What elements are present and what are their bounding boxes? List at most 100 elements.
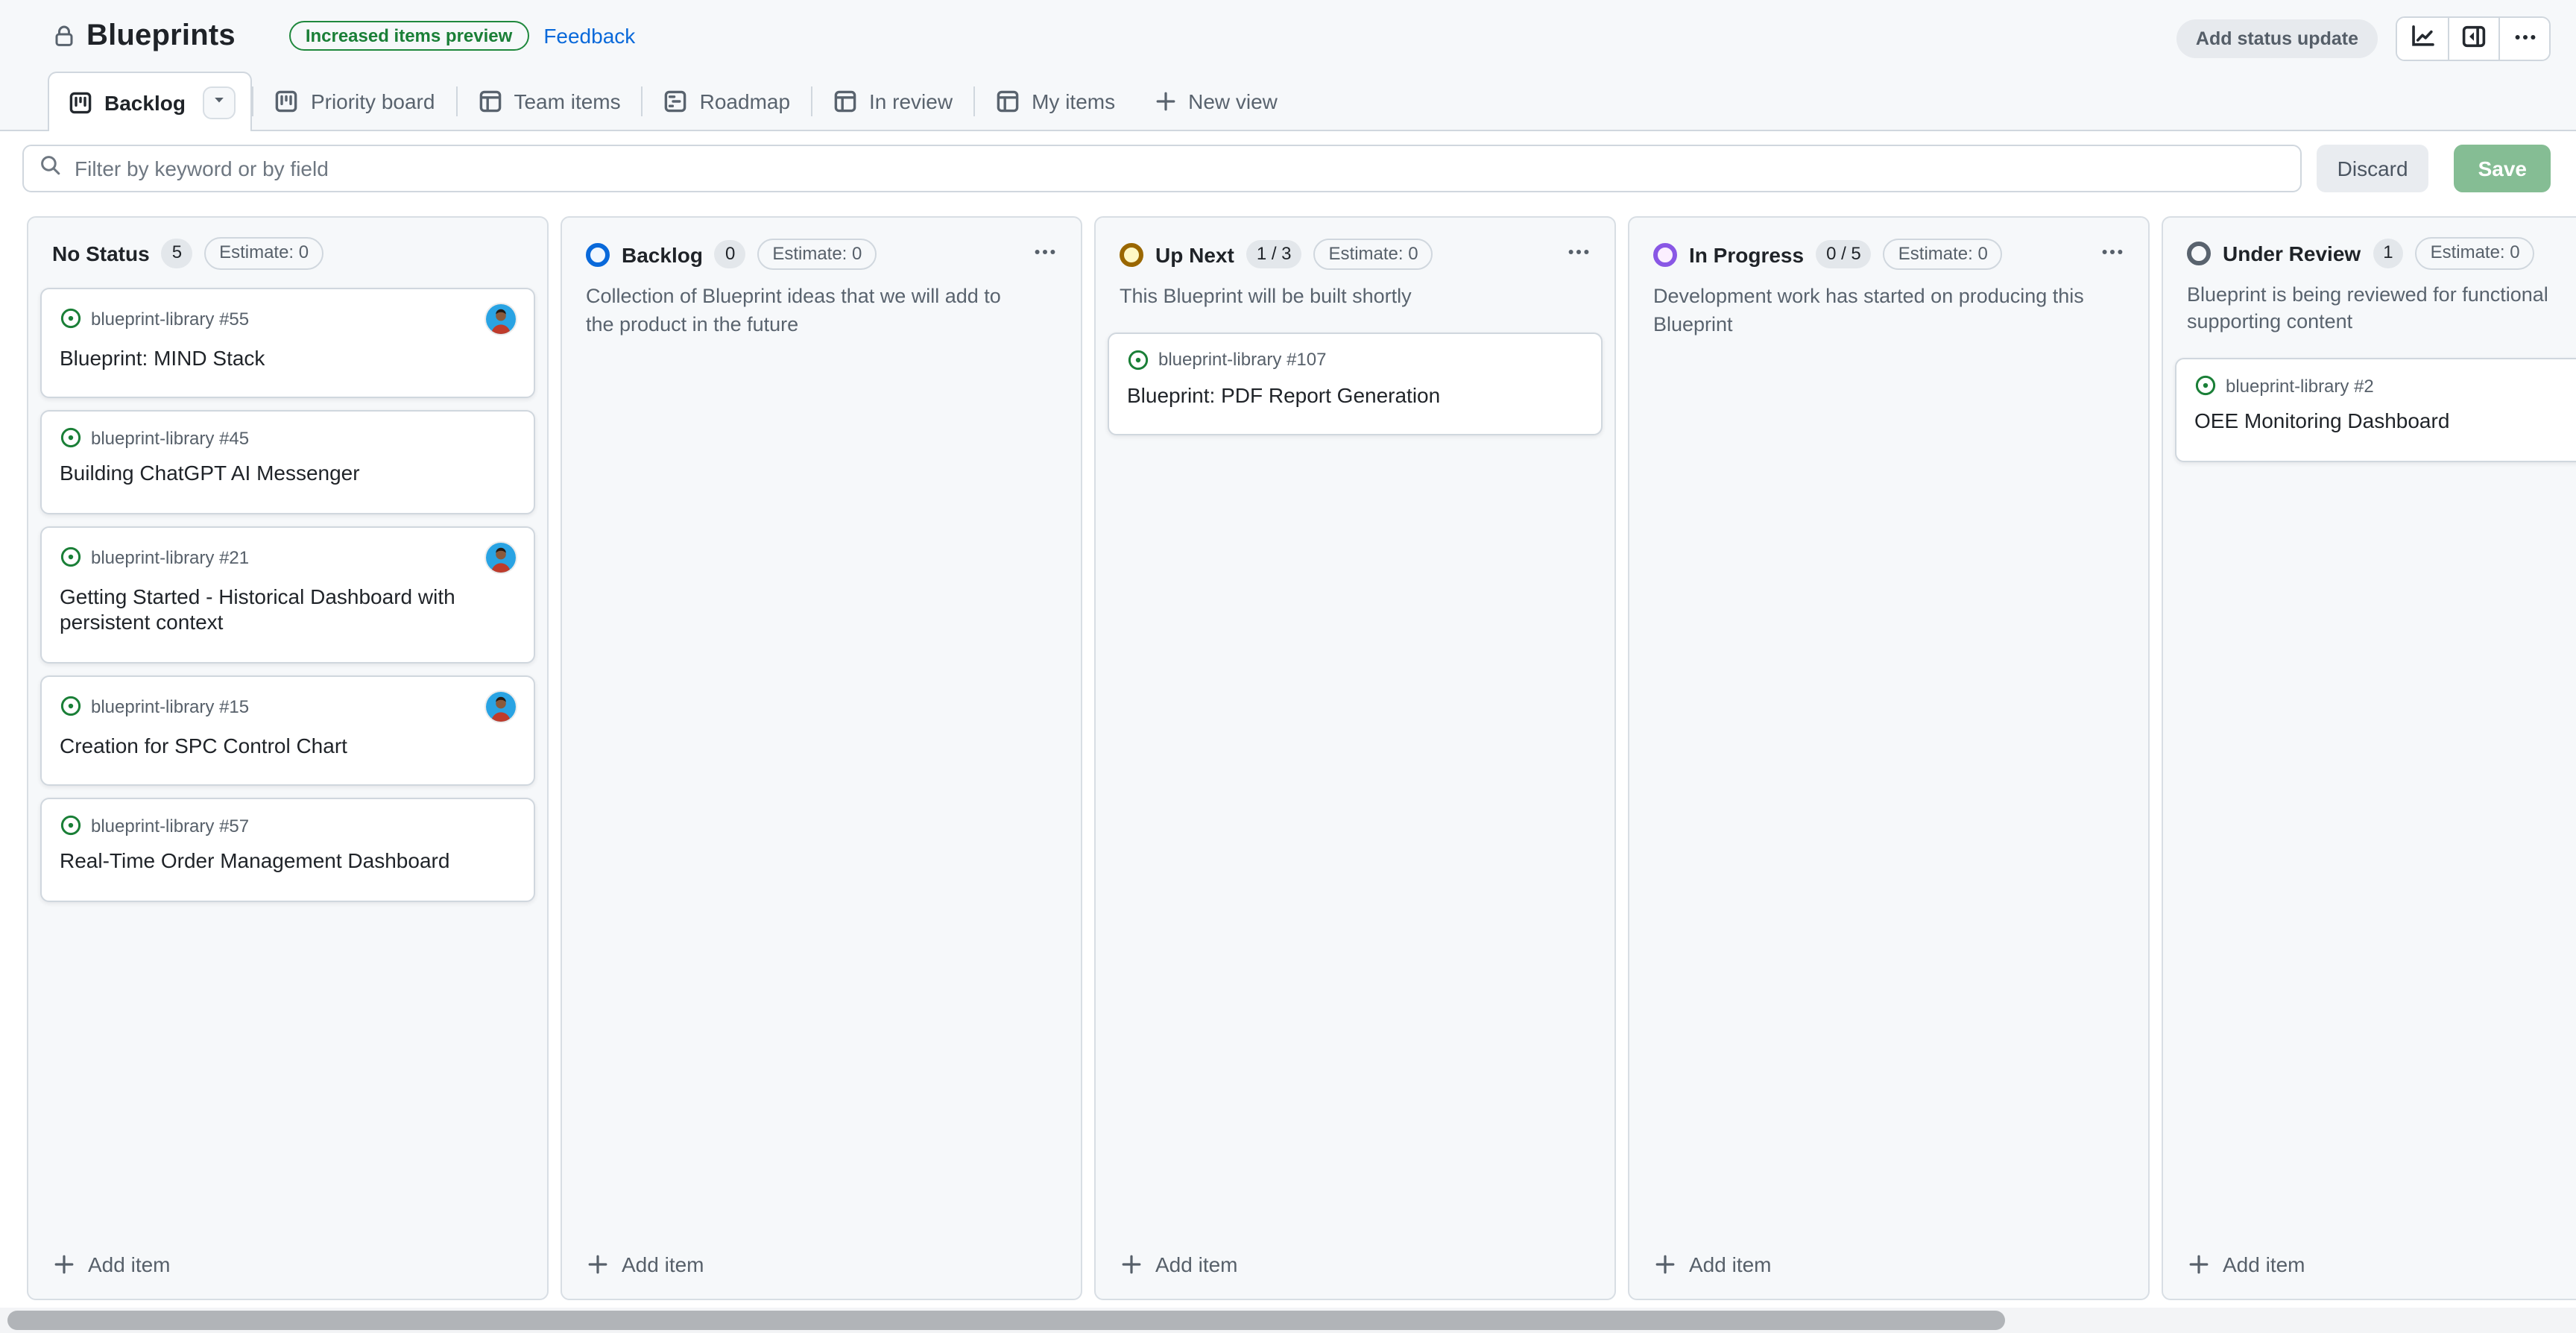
graph-icon — [2410, 24, 2435, 54]
kebab-icon — [1567, 240, 1591, 268]
chevron-down-icon — [211, 89, 229, 116]
column-estimate-badge: Estimate: 0 — [1314, 238, 1433, 270]
table-icon — [478, 89, 502, 113]
card-meta-row: blueprint-library #57 — [60, 814, 516, 836]
tab-label: My items — [1032, 89, 1115, 113]
board-column-in-progress: In Progress0 / 5Estimate: 0Development w… — [1628, 216, 2150, 1300]
column-menu-button[interactable] — [2097, 237, 2127, 271]
new-view-button[interactable]: New view — [1136, 72, 1295, 130]
table-icon — [833, 89, 857, 113]
card-repo-label: blueprint-library #15 — [91, 696, 249, 716]
card-meta-row: blueprint-library #15 — [60, 691, 516, 721]
issue-opened-icon — [60, 695, 82, 717]
add-item-label: Add item — [88, 1252, 171, 1276]
board-column-up-next: Up Next1 / 3Estimate: 0This Blueprint wi… — [1094, 216, 1616, 1300]
column-count-badge: 1 — [2373, 239, 2403, 268]
add-item-button[interactable]: Add item — [2163, 1235, 2576, 1299]
issue-opened-icon — [60, 307, 82, 330]
kebab-icon — [1033, 240, 1057, 268]
column-header: Under Review 1 Estimate: 0 — [2163, 218, 2576, 278]
new-view-label: New view — [1188, 89, 1278, 113]
horizontal-scrollbar[interactable] — [0, 1308, 2576, 1333]
lock-icon — [52, 24, 76, 48]
filter-bar: Discard Save — [0, 131, 2576, 206]
board-card[interactable]: blueprint-library #45 Building ChatGPT AI… — [40, 410, 535, 514]
column-estimate-badge: Estimate: 0 — [757, 238, 877, 270]
table-icon — [996, 89, 1020, 113]
collapse-sidebar-button[interactable] — [2448, 18, 2498, 60]
status-circle-icon — [586, 242, 610, 266]
page-header: Blueprints Increased items preview Feedb… — [0, 0, 2576, 131]
tab-backlog-active[interactable]: Backlog — [48, 72, 253, 131]
board-card[interactable]: blueprint-library #2OEE Monitoring Dashb… — [2175, 359, 2576, 462]
add-item-button[interactable]: Add item — [28, 1235, 547, 1299]
status-circle-icon — [1120, 242, 1143, 266]
tab-roadmap[interactable]: Roadmap — [643, 72, 811, 130]
feedback-link[interactable]: Feedback — [543, 24, 635, 48]
add-item-button[interactable]: Add item — [562, 1235, 1081, 1299]
plus-icon — [586, 1252, 610, 1276]
add-item-label: Add item — [1689, 1252, 1772, 1276]
filter-input-box — [22, 145, 2302, 192]
discard-button[interactable]: Discard — [2317, 145, 2429, 192]
board-card[interactable]: blueprint-library #15 Creation for SPC Co… — [40, 675, 535, 786]
column-name: Under Review — [2223, 242, 2361, 265]
card-title[interactable]: Getting Started - Historical Dashboard w… — [60, 584, 516, 636]
card-repo-label: blueprint-library #107 — [1158, 350, 1326, 371]
plus-icon — [1120, 1252, 1143, 1276]
column-cards: blueprint-library #2OEE Monitoring Dashb… — [2163, 350, 2576, 1235]
column-menu-button[interactable] — [1030, 237, 1060, 271]
card-title[interactable]: Real-Time Order Management Dashboard — [60, 848, 516, 875]
column-name: Backlog — [622, 242, 703, 266]
column-header: No Status5Estimate: 0 — [28, 218, 547, 278]
add-status-update-button[interactable]: Add status update — [2176, 19, 2378, 58]
card-repo-label: blueprint-library #57 — [91, 815, 249, 836]
sidebar-collapse-icon — [2461, 24, 2487, 54]
card-repo-label: blueprint-library #45 — [91, 427, 249, 448]
assignee-avatar[interactable] — [486, 303, 516, 333]
tab-my-items[interactable]: My items — [975, 72, 1136, 130]
preview-badge: Increased items preview — [289, 21, 529, 51]
assignee-avatar[interactable] — [486, 691, 516, 721]
column-estimate-badge: Estimate: 0 — [2416, 237, 2535, 269]
board-card[interactable]: blueprint-library #57 Real-Time Order Man… — [40, 798, 535, 901]
project-menu-button[interactable] — [2498, 18, 2549, 60]
tab-priority-board[interactable]: Priority board — [254, 72, 456, 130]
tab-options-button[interactable] — [203, 86, 236, 119]
card-title[interactable]: Blueprint: MIND Stack — [60, 345, 516, 371]
insights-button[interactable] — [2397, 18, 2448, 60]
column-description: Collection of Blueprint ideas that we wi… — [562, 280, 1081, 352]
board-card[interactable]: blueprint-library #21Getting Started - H… — [40, 526, 535, 663]
header-toolbar: Add status update — [2176, 16, 2551, 61]
board-card[interactable]: blueprint-library #55Blueprint: MIND Sta… — [40, 287, 535, 398]
page-title: Blueprints — [86, 19, 236, 53]
column-count-badge: 5 — [162, 239, 192, 268]
column-description: Blueprint is being reviewed for function… — [2163, 278, 2576, 350]
tab-team-items[interactable]: Team items — [457, 72, 641, 130]
add-item-button[interactable]: Add item — [1096, 1235, 1614, 1299]
issue-opened-icon — [2194, 375, 2217, 397]
card-title[interactable]: Building ChatGPT AI Messenger — [60, 461, 516, 487]
card-title[interactable]: OEE Monitoring Dashboard — [2194, 409, 2576, 435]
card-title[interactable]: Blueprint: PDF Report Generation — [1127, 383, 1583, 409]
status-circle-icon — [1653, 242, 1677, 266]
column-count-badge: 0 — [715, 239, 745, 268]
assignee-avatar[interactable] — [486, 542, 516, 572]
filter-input[interactable] — [75, 157, 2285, 180]
column-menu-button[interactable] — [1564, 237, 1594, 271]
tab-in-review[interactable]: In review — [812, 72, 973, 130]
add-item-label: Add item — [622, 1252, 704, 1276]
card-title[interactable]: Creation for SPC Control Chart — [60, 733, 516, 759]
add-item-button[interactable]: Add item — [1629, 1235, 2148, 1299]
column-cards — [1629, 352, 2148, 1235]
save-button[interactable]: Save — [2455, 145, 2551, 192]
scrollbar-thumb[interactable] — [7, 1311, 2005, 1330]
kebab-icon — [2100, 240, 2124, 268]
tab-label: In review — [869, 89, 953, 113]
column-cards — [562, 352, 1081, 1235]
column-description: Development work has started on producin… — [1629, 280, 2148, 352]
issue-opened-icon — [1127, 349, 1149, 371]
column-name: In Progress — [1689, 242, 1804, 266]
board-card[interactable]: blueprint-library #107 Blueprint: PDF Rep… — [1108, 333, 1603, 436]
project-board-page: Blueprints Increased items preview Feedb… — [0, 0, 2576, 1333]
